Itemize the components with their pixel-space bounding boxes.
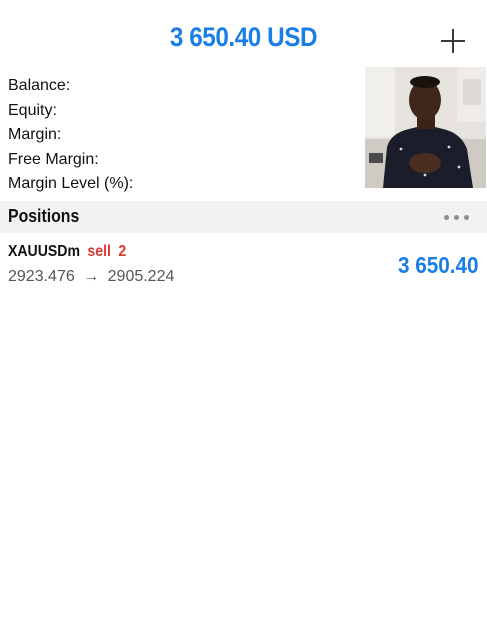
position-profit: 3 650.40: [398, 252, 479, 278]
position-symbol: XAUUSDm: [8, 243, 80, 260]
position-volume: 2: [118, 243, 127, 260]
position-row[interactable]: XAUUSDm sell 2 2923.476 → 2905.224 3 650…: [0, 233, 487, 293]
equity-label: Equity:: [8, 101, 57, 119]
more-horizontal-icon[interactable]: [444, 215, 474, 221]
arrow-right-icon: →: [83, 268, 100, 285]
margin-level-label: Margin Level (%):: [8, 175, 134, 192]
video-thumbnail[interactable]: [365, 67, 486, 188]
free-margin-label: Free Margin:: [8, 150, 99, 168]
video-thumbnail-image: [365, 67, 486, 188]
positions-header: Positions: [0, 201, 487, 233]
position-open-price: 2923.476: [8, 268, 75, 285]
position-type: sell: [87, 243, 111, 260]
margin-label: Margin:: [8, 126, 62, 143]
balance-label: Balance:: [8, 77, 71, 94]
add-plus-icon[interactable]: [436, 24, 470, 58]
account-info: Balance: Equity: Margin: Free Margin: Ma…: [8, 74, 133, 197]
positions-title: Positions: [8, 206, 80, 226]
header-total: 3 650.40 USD: [169, 22, 318, 52]
position-current-price: 2905.224: [107, 268, 175, 285]
